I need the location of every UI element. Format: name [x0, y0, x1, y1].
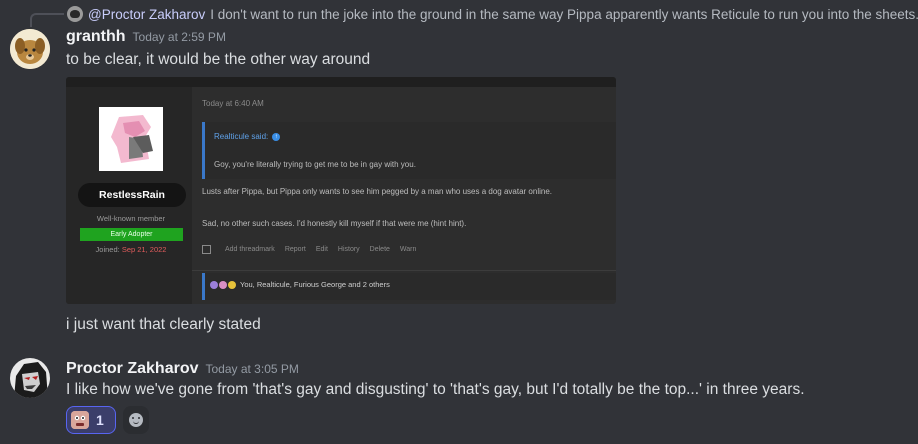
reaction-count: 1: [96, 412, 104, 428]
forum-quote-head: Realticule said: ↑: [214, 132, 281, 141]
message-text: I like how we've gone from 'that's gay a…: [66, 381, 805, 398]
timestamp[interactable]: Today at 2:59 PM: [133, 30, 226, 44]
forum-user-panel: RestlessRain Well-known member Early Ado…: [66, 87, 192, 304]
avatar[interactable]: [10, 29, 50, 69]
reaction-button[interactable]: 1: [66, 406, 116, 434]
forum-username: RestlessRain: [78, 183, 186, 207]
forum-topbar: [66, 77, 616, 87]
reply-author[interactable]: @Proctor Zakharov: [88, 7, 205, 22]
forum-reactions-text: You, Realticule, Furious George and 2 ot…: [240, 280, 390, 289]
forum-quote-author: Realticule said:: [214, 132, 269, 141]
forum-action: Delete: [369, 246, 390, 253]
forum-body-line: Sad, no other such cases. I'd honestly k…: [202, 219, 467, 228]
reaction-icon: [210, 280, 218, 289]
reply-avatar: [67, 6, 83, 22]
joined-date: Sep 21, 2022: [121, 245, 167, 254]
reaction-icon: [228, 280, 236, 289]
forum-body-line: Lusts after Pippa, but Pippa only wants …: [202, 187, 552, 196]
message-header: Proctor Zakharov Today at 3:05 PM: [66, 360, 299, 378]
avatar[interactable]: [10, 358, 50, 398]
checkbox-icon: [202, 245, 211, 254]
reply-text: I don't want to run the joke into the gr…: [210, 6, 918, 22]
forum-post-time: Today at 6:40 AM: [202, 99, 264, 108]
arrow-up-icon: ↑: [272, 132, 281, 141]
forum-action: Edit: [315, 246, 328, 253]
add-reaction-button[interactable]: [123, 406, 149, 434]
reply-preview[interactable]: @Proctor Zakharov I don't want to run th…: [67, 6, 918, 22]
forum-action: Warn: [399, 246, 417, 253]
joined-label: Joined:: [95, 245, 120, 254]
author-name[interactable]: Proctor Zakharov: [66, 360, 198, 378]
message-header: granthh Today at 2:59 PM: [66, 28, 226, 46]
forum-actions: Add threadmark Report Edit History Delet…: [202, 245, 416, 254]
divider: [192, 270, 616, 271]
forum-action: History: [337, 246, 360, 253]
message-text: to be clear, it would be the other way a…: [66, 51, 371, 68]
reaction-icon: [219, 280, 227, 289]
forum-action: Report: [284, 246, 306, 253]
forum-action: Add threadmark: [225, 246, 275, 253]
message-attachment-image[interactable]: RestlessRain Well-known member Early Ado…: [66, 77, 616, 304]
author-name[interactable]: granthh: [66, 28, 126, 46]
forum-avatar: [99, 107, 163, 171]
timestamp[interactable]: Today at 3:05 PM: [205, 362, 298, 376]
message-text: i just want that clearly stated: [66, 316, 261, 333]
reply-spine: [30, 13, 64, 27]
forum-joined: Joined: Sep 21, 2022: [66, 245, 196, 254]
forum-quote: [202, 122, 616, 179]
forum-badge: Early Adopter: [80, 228, 183, 241]
forum-reactions: You, Realticule, Furious George and 2 ot…: [210, 280, 390, 289]
forum-quote-text: Goy, you're literally trying to get me t…: [214, 160, 416, 169]
forum-member-title: Well-known member: [96, 214, 166, 223]
face-emoji-icon: [71, 411, 89, 429]
smile-icon: [129, 413, 143, 427]
